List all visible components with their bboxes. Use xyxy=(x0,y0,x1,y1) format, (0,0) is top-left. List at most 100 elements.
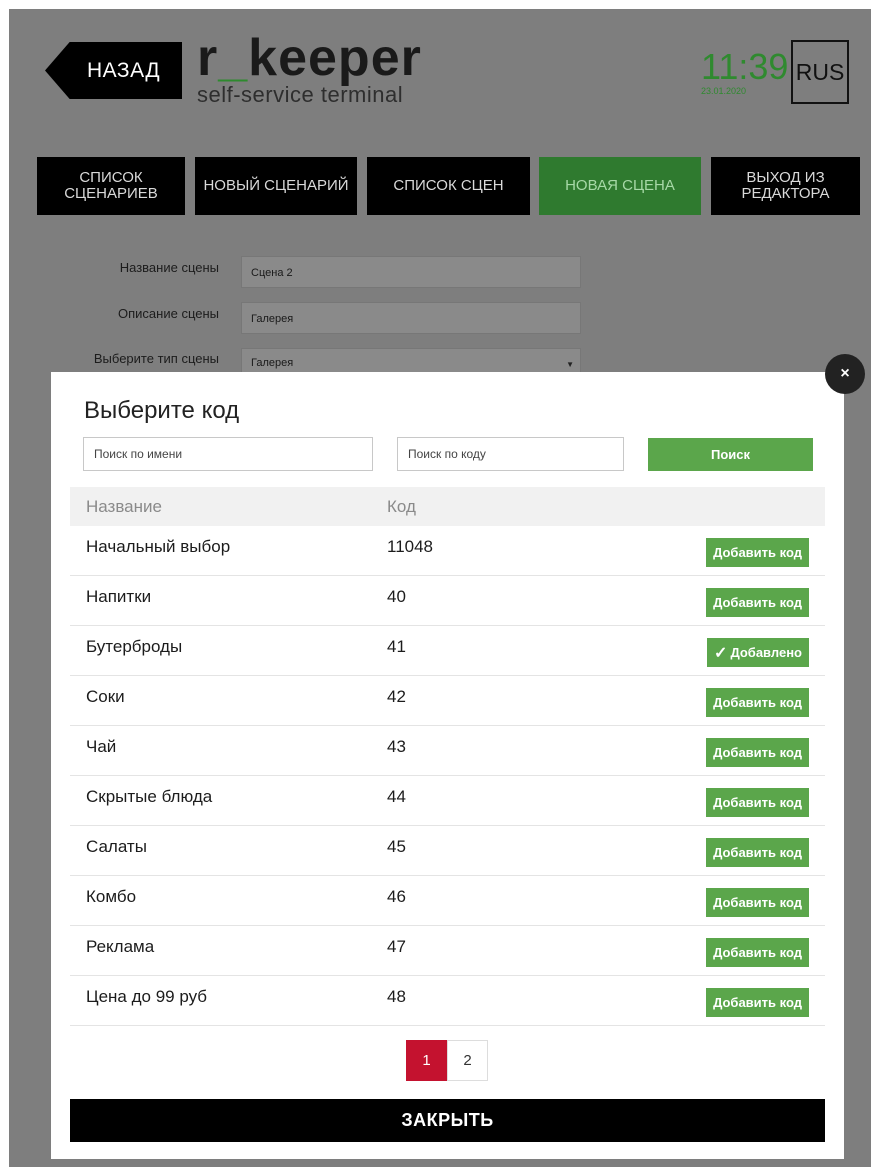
add-code-button[interactable]: Добавить код xyxy=(706,738,809,767)
add-code-button-label: Добавить код xyxy=(713,595,802,610)
table-row: Скрытые блюда 44 Добавить код xyxy=(70,776,825,826)
scene-name-value: Сцена 2 xyxy=(251,267,293,279)
table-row: Начальный выбор 11048 Добавить код xyxy=(70,526,825,576)
add-code-button[interactable]: Добавить код xyxy=(706,538,809,567)
close-icon-glyph: × xyxy=(840,365,850,382)
nav-new-scene[interactable]: НОВАЯ СЦЕНА xyxy=(539,157,701,215)
brand-name-separator: _ xyxy=(218,29,249,87)
search-by-code-input[interactable] xyxy=(397,437,624,471)
brand-name-post: keeper xyxy=(248,29,422,87)
clock: 11:39 23.01.2020 xyxy=(701,46,789,97)
row-name: Бутерброды xyxy=(86,637,183,656)
column-header-name: Название xyxy=(86,497,162,516)
scene-name-field[interactable]: Сцена 2 xyxy=(241,256,581,288)
add-code-button[interactable]: Добавить код xyxy=(706,888,809,917)
row-name: Реклама xyxy=(86,937,155,956)
back-button-label: НАЗАД xyxy=(87,58,161,82)
add-code-button[interactable]: Добавить код xyxy=(706,588,809,617)
row-code: 47 xyxy=(387,937,406,956)
row-code: 42 xyxy=(387,687,406,706)
nav-new-scenario-label: НОВЫЙ СЦЕНАРИЙ xyxy=(203,177,349,194)
added-button-label: Добавлено xyxy=(730,645,802,660)
nav-new-scene-label: НОВАЯ СЦЕНА xyxy=(565,177,675,194)
brand-name: r_keeper xyxy=(197,30,422,86)
scene-type-value: Галерея xyxy=(251,357,294,369)
row-code: 40 xyxy=(387,587,406,606)
add-code-button-label: Добавить код xyxy=(713,795,802,810)
row-code: 48 xyxy=(387,987,406,1006)
clock-date: 23.01.2020 xyxy=(701,86,747,96)
add-code-button[interactable]: Добавить код xyxy=(706,688,809,717)
search-by-name-input[interactable] xyxy=(83,437,373,471)
scene-name-label: Название сцены xyxy=(119,260,219,275)
page-button-2[interactable]: 2 xyxy=(447,1040,488,1081)
table-row: Чай 43 Добавить код xyxy=(70,726,825,776)
page-button-1[interactable]: 1 xyxy=(406,1040,447,1081)
add-code-button-label: Добавить код xyxy=(713,545,802,560)
select-code-modal: Выберите код Поиск Название Код Начальны… xyxy=(51,372,844,1159)
scene-type-select[interactable]: Галерея ▼ xyxy=(241,348,581,374)
nav-scene-list[interactable]: СПИСОК СЦЕН xyxy=(367,157,530,215)
row-code: 41 xyxy=(387,637,406,656)
add-code-button-label: Добавить код xyxy=(713,845,802,860)
scene-description-value: Галерея xyxy=(251,313,294,325)
table-row: Цена до 99 руб 48 Добавить код xyxy=(70,976,825,1026)
add-code-button-label: Добавить код xyxy=(713,895,802,910)
nav-new-scenario[interactable]: НОВЫЙ СЦЕНАРИЙ xyxy=(195,157,357,215)
search-button-label: Поиск xyxy=(710,447,750,462)
language-button[interactable]: RUS xyxy=(791,40,849,104)
table-row: Напитки 40 Добавить код xyxy=(70,576,825,626)
close-button-label: ЗАКРЫТЬ xyxy=(401,1110,494,1130)
clock-time: 11:39 xyxy=(701,46,789,87)
nav-exit-editor[interactable]: ВЫХОД ИЗ РЕДАКТОРА xyxy=(711,157,860,215)
add-code-button[interactable]: Добавить код xyxy=(706,938,809,967)
codes-table: Название Код Начальный выбор 11048 Добав… xyxy=(70,487,825,1026)
row-code: 45 xyxy=(387,837,406,856)
add-code-button-label: Добавить код xyxy=(713,995,802,1010)
row-name: Начальный выбор xyxy=(86,537,231,556)
scene-description-label: Описание сцены xyxy=(118,306,219,321)
table-row: Соки 42 Добавить код xyxy=(70,676,825,726)
row-name: Комбо xyxy=(86,887,137,906)
back-button[interactable]: НАЗАД xyxy=(45,42,182,99)
add-code-button[interactable]: Добавить код xyxy=(706,838,809,867)
nav-exit-editor-label: ВЫХОД ИЗ РЕДАКТОРА xyxy=(741,169,830,202)
row-code: 43 xyxy=(387,737,406,756)
nav-scene-list-label: СПИСОК СЦЕН xyxy=(393,177,504,194)
nav-scenario-list-label: СПИСОК СЦЕНАРИЕВ xyxy=(64,169,158,202)
brand-name-pre: r xyxy=(197,29,219,87)
add-code-button[interactable]: Добавить код xyxy=(706,988,809,1017)
close-button[interactable]: ЗАКРЫТЬ xyxy=(70,1099,825,1142)
table-row: Бутерброды 41 ✓ Добавлено xyxy=(70,626,825,676)
add-code-button[interactable]: Добавить код xyxy=(706,788,809,817)
language-label: RUS xyxy=(795,58,845,85)
table-row: Комбо 46 Добавить код xyxy=(70,876,825,926)
chevron-down-icon: ▼ xyxy=(566,360,574,369)
row-name: Чай xyxy=(86,737,117,756)
modal-title: Выберите код xyxy=(84,397,240,424)
row-code: 46 xyxy=(387,887,406,906)
row-name: Соки xyxy=(86,687,125,706)
added-button[interactable]: ✓ Добавлено xyxy=(707,638,809,667)
checkmark-icon: ✓ xyxy=(714,644,728,662)
scene-type-label: Выберите тип сцены xyxy=(93,351,219,366)
close-icon[interactable]: × xyxy=(825,354,865,394)
add-code-button-label: Добавить код xyxy=(713,695,802,710)
table-header: Название Код xyxy=(70,487,825,526)
pagination: 1 2 xyxy=(406,1040,488,1081)
add-code-button-label: Добавить код xyxy=(713,945,802,960)
brand-logo: r_keeper self-service terminal xyxy=(197,30,422,108)
scene-description-field[interactable]: Галерея xyxy=(241,302,581,334)
row-name: Цена до 99 руб xyxy=(86,987,208,1006)
row-name: Скрытые блюда xyxy=(86,787,213,806)
add-code-button-label: Добавить код xyxy=(713,745,802,760)
table-row: Салаты 45 Добавить код xyxy=(70,826,825,876)
search-button[interactable]: Поиск xyxy=(648,438,813,471)
table-row: Реклама 47 Добавить код xyxy=(70,926,825,976)
column-header-code: Код xyxy=(387,497,416,516)
row-code: 44 xyxy=(387,787,406,806)
row-name: Салаты xyxy=(86,837,147,856)
brand-subtitle: self-service terminal xyxy=(197,82,404,107)
row-name: Напитки xyxy=(86,587,152,606)
nav-scenario-list[interactable]: СПИСОК СЦЕНАРИЕВ xyxy=(37,157,185,215)
